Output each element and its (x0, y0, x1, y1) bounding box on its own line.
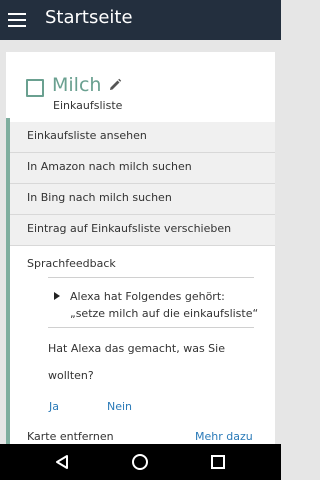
action-search-bing[interactable]: In Bing nach milch suchen (10, 184, 275, 215)
recent-apps-icon[interactable] (211, 455, 225, 469)
feedback-question: Hat Alexa das gemacht, was Sie wollten? (48, 342, 225, 382)
back-icon[interactable] (54, 454, 70, 470)
heard-utterance: Alexa hat Folgendes gehört: „setze milch… (70, 288, 258, 322)
action-view-shopping-list[interactable]: Einkaufsliste ansehen (10, 122, 275, 153)
page-title: Startseite (45, 7, 133, 28)
edit-pencil-icon[interactable] (108, 78, 122, 92)
item-subtitle: Einkaufsliste (53, 99, 123, 112)
heard-line-1: Alexa hat Folgendes gehört: (70, 290, 225, 303)
action-label: Einkaufsliste ansehen (27, 129, 147, 142)
yes-button[interactable]: Ja (49, 400, 59, 413)
system-nav-bar (0, 444, 281, 480)
divider (48, 327, 254, 328)
play-icon[interactable] (54, 292, 60, 300)
action-label: Eintrag auf Einkaufsliste verschieben (27, 222, 232, 235)
item-card: Milch Einkaufsliste Einkaufsliste ansehe… (6, 52, 275, 444)
item-checkbox[interactable] (26, 79, 44, 97)
home-icon[interactable] (132, 454, 148, 470)
action-label: In Amazon nach milch suchen (27, 160, 192, 173)
action-search-amazon[interactable]: In Amazon nach milch suchen (10, 153, 275, 184)
heard-line-2: „setze milch auf die einkaufsliste“ (70, 307, 259, 320)
no-button[interactable]: Nein (107, 400, 132, 413)
divider (48, 277, 254, 278)
app-bar: Startseite (0, 0, 281, 40)
hamburger-icon[interactable] (8, 10, 28, 30)
action-move-entry[interactable]: Eintrag auf Einkaufsliste verschieben (10, 215, 275, 246)
voice-feedback-label: Sprachfeedback (27, 257, 116, 270)
remove-card-button[interactable]: Karte entfernen (27, 430, 114, 443)
action-label: In Bing nach milch suchen (27, 191, 172, 204)
learn-more-link[interactable]: Mehr dazu (195, 430, 253, 443)
item-title: Milch (52, 74, 102, 96)
